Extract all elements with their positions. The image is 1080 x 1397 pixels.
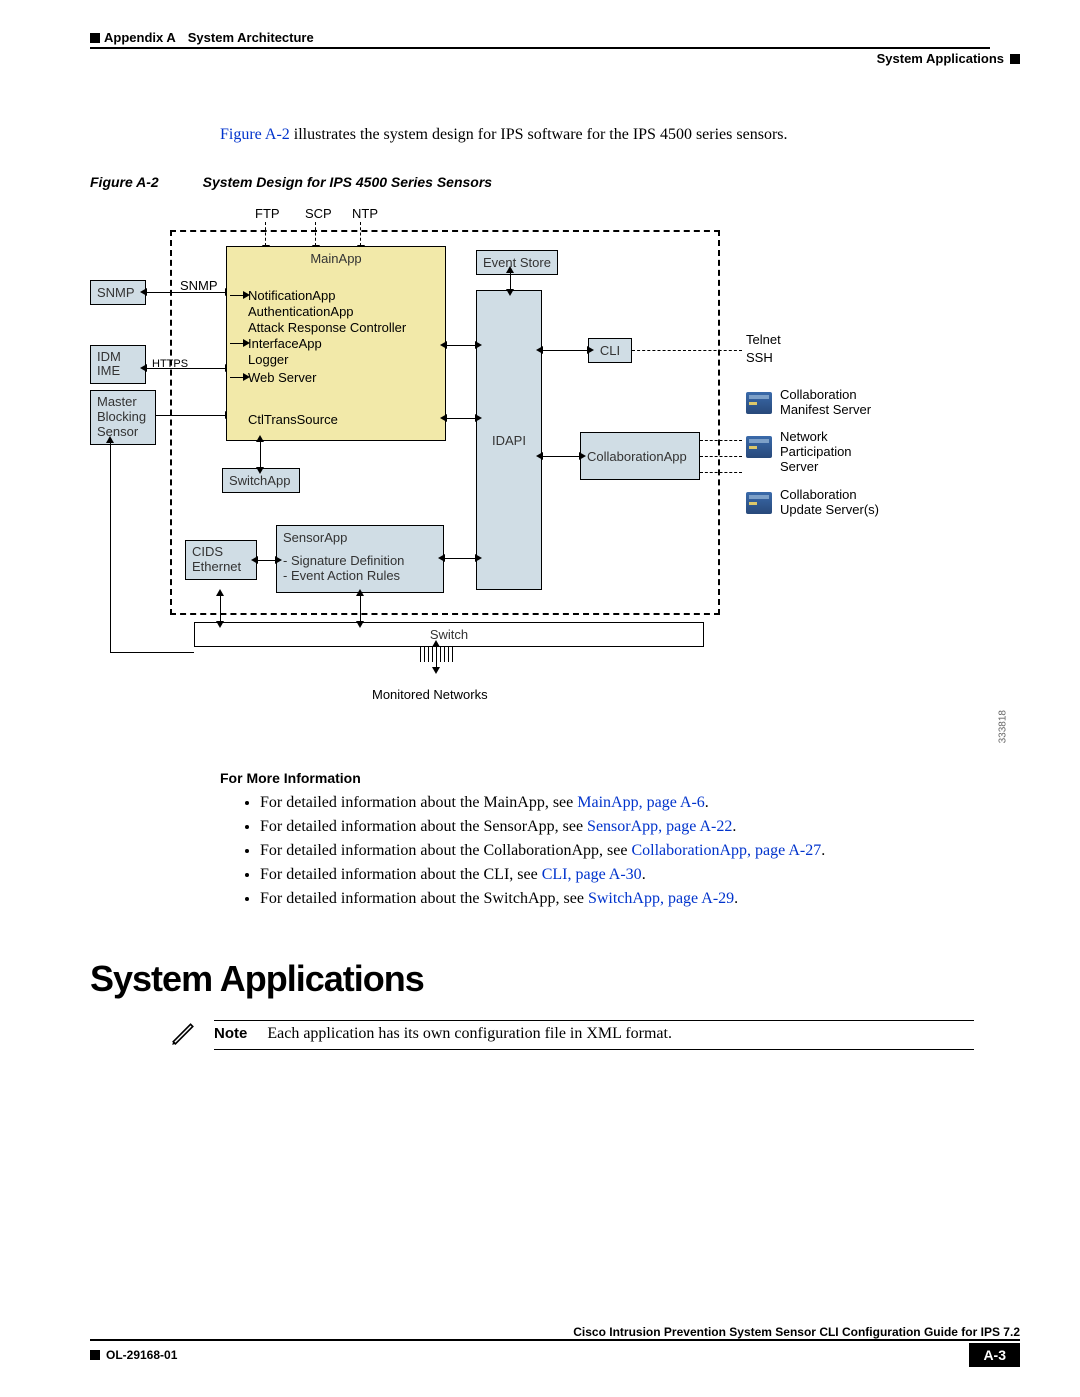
figure-ref-link[interactable]: Figure A-2: [220, 126, 290, 143]
collab-manifest-label: Collaboration Manifest Server: [780, 388, 871, 418]
note-label: Note: [214, 1025, 247, 1042]
webserver-label: Web Server: [248, 370, 316, 385]
idapi-box: IDAPI: [476, 290, 542, 590]
collaborationapp-box: CollaborationApp: [580, 432, 700, 480]
list-item: For detailed information about the Senso…: [260, 818, 1020, 836]
note-text: Each application has its own configurati…: [267, 1025, 672, 1043]
intro-paragraph: Figure A-2 illustrates the system design…: [220, 126, 1020, 144]
notificationapp-label: NotificationApp: [248, 288, 335, 303]
figure-number: Figure A-2: [90, 174, 159, 190]
note-block: Note Each application has its own config…: [170, 1020, 1020, 1050]
figure-caption: Figure A-2 System Design for IPS 4500 Se…: [90, 174, 1020, 190]
ear-label: - Event Action Rules: [283, 568, 437, 583]
figure-title: System Design for IPS 4500 Series Sensor…: [203, 174, 492, 190]
server-icon: [746, 436, 772, 458]
system-design-diagram: FTP SCP NTP SNMP SNMP IDM IME HTTPS Mast…: [90, 200, 990, 720]
logger-label: Logger: [248, 352, 288, 367]
server-icon: [746, 392, 772, 414]
snmp-box: SNMP: [90, 280, 146, 305]
idm-ime-box: IDM IME: [90, 345, 146, 384]
figure-id: 333818: [997, 710, 1008, 743]
note-icon: [170, 1020, 196, 1046]
monitored-networks-label: Monitored Networks: [372, 687, 488, 702]
switchapp-link[interactable]: SwitchApp, page A-29: [588, 890, 734, 907]
cli-link[interactable]: CLI, page A-30: [542, 866, 642, 883]
header-section-title: System Applications: [877, 51, 1004, 66]
sensorapp-title: SensorApp: [283, 530, 437, 545]
footer-book-title: Cisco Intrusion Prevention System Sensor…: [90, 1325, 1020, 1339]
list-item: For detailed information about the CLI, …: [260, 866, 1020, 884]
ntp-label: NTP: [352, 206, 378, 221]
more-info-list: For detailed information about the MainA…: [260, 794, 1020, 908]
page-footer: Cisco Intrusion Prevention System Sensor…: [90, 1325, 1020, 1367]
master-blocking-box: Master Blocking Sensor: [90, 390, 156, 445]
cli-box: CLI: [588, 338, 632, 363]
snmp-inner-label: SNMP: [180, 278, 218, 293]
more-info-heading: For More Information: [220, 770, 1020, 786]
eventstore-box: Event Store: [476, 250, 558, 275]
list-item: For detailed information about the MainA…: [260, 794, 1020, 812]
collabapp-link[interactable]: CollaborationApp, page A-27: [631, 842, 821, 859]
sensorapp-link[interactable]: SensorApp, page A-22: [587, 818, 732, 835]
mainapp-title: MainApp: [233, 251, 439, 266]
list-item: For detailed information about the Colla…: [260, 842, 1020, 860]
collab-update-label: Collaboration Update Server(s): [780, 488, 879, 518]
header-square-icon: [90, 33, 100, 43]
arch-title: System Architecture: [188, 30, 314, 45]
section-heading: System Applications: [90, 958, 1020, 1000]
network-participation-label: Network Participation Server: [780, 430, 852, 475]
appendix-label: Appendix A: [104, 30, 176, 45]
authapp-label: AuthenticationApp: [248, 304, 354, 319]
ftp-label: FTP: [255, 206, 280, 221]
cids-ethernet-box: CIDS Ethernet: [185, 540, 257, 580]
sensorapp-box: SensorApp - Signature Definition - Event…: [276, 525, 444, 593]
arc-label: Attack Response Controller: [248, 320, 406, 335]
intro-rest: illustrates the system design for IPS so…: [290, 126, 788, 143]
page-header: Appendix A System Architecture: [90, 30, 1020, 45]
page-number-badge: A-3: [969, 1343, 1020, 1367]
scp-label: SCP: [305, 206, 332, 221]
switch-box: Switch: [194, 622, 704, 647]
interfaceapp-label: InterfaceApp: [248, 336, 322, 351]
footer-square-icon: [90, 1350, 100, 1360]
list-item: For detailed information about the Switc…: [260, 890, 1020, 908]
footer-docnum: OL-29168-01: [106, 1348, 177, 1362]
ssh-label: SSH: [746, 350, 773, 365]
telnet-label: Telnet: [746, 332, 781, 347]
mainapp-link[interactable]: MainApp, page A-6: [577, 794, 705, 811]
cli-dashed: [632, 350, 742, 351]
header-square-icon-r: [1010, 54, 1020, 64]
header-rule: [90, 47, 990, 49]
ctltrans-label: CtlTransSource: [248, 412, 338, 427]
server-icon: [746, 492, 772, 514]
sigdef-label: - Signature Definition: [283, 553, 437, 568]
